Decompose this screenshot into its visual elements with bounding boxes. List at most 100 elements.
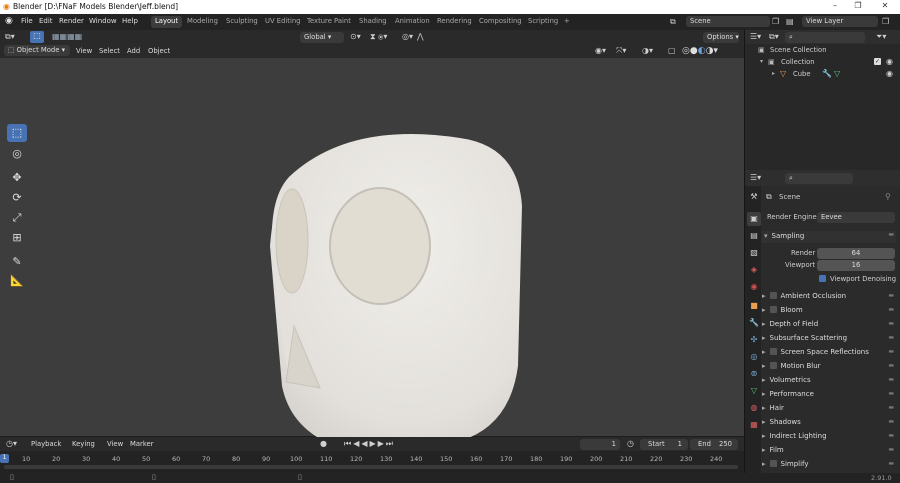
drag-handle-icon[interactable]: ▬ [888,418,894,425]
panel-header-bloom[interactable]: ▸ Bloom ▬ [762,306,896,318]
model-mesh[interactable] [260,126,530,461]
clock-icon[interactable]: ◷▾ [6,439,17,448]
eye-icon[interactable]: ◉ [886,69,893,78]
tool-tab-icon[interactable]: ⚒ [747,190,761,204]
transform-tool-icon[interactable]: ⊞ [7,229,27,247]
drag-handle-icon[interactable]: ▬ [888,292,894,299]
tab-compositing[interactable]: Compositing [475,16,526,28]
viewport-samples-field[interactable]: 16 [817,260,895,271]
panel-header-depth-of-field[interactable]: ▸ Depth of Field ▬ [762,320,896,332]
timeline-scrollbar[interactable] [4,465,738,469]
tab-texture-paint[interactable]: Texture Paint [303,16,355,28]
menu-keying[interactable]: Keying [72,440,95,448]
eye-icon[interactable]: ◉ [886,57,893,66]
outliner-search-input[interactable]: ⌕ [785,32,865,43]
sampling-panel-header[interactable]: ▾ Sampling ▬ [762,231,896,243]
panel-header-motion-blur[interactable]: ▸ Motion Blur ▬ [762,362,896,374]
overlay-icon[interactable]: ◑▾ [642,46,653,55]
new-view-layer-icon[interactable]: ❐ [882,17,889,26]
filter-icon[interactable]: ⏷▾ [876,32,886,42]
panel-enable-checkbox[interactable] [769,348,777,355]
tab-modeling[interactable]: Modeling [183,16,222,28]
gizmo-icon[interactable]: ⤧▾ [616,46,626,56]
maximize-button[interactable]: ❐ [851,1,865,10]
drag-handle-icon[interactable]: ▬ [888,446,894,453]
menu-help[interactable]: Help [122,17,138,25]
tab-rendering[interactable]: Rendering [433,16,476,28]
xray-icon[interactable]: ▢ [668,46,676,55]
scene-collection-label[interactable]: Scene Collection [770,46,827,54]
menu-playback[interactable]: Playback [31,440,61,448]
snap-icon[interactable]: ⧗ ⦿▾ [370,32,387,42]
panel-header-hair[interactable]: ▸ Hair ▬ [762,404,896,416]
outliner-editor-icon[interactable]: ☰▾ [750,32,761,41]
viewport-denoising-checkbox[interactable]: Viewport Denoising [819,275,896,283]
blender-menu-icon[interactable]: ◉ [5,16,13,26]
pin-icon[interactable]: ⚲ [885,192,891,201]
falloff-icon[interactable]: ⋀ [417,32,424,41]
panel-enable-checkbox[interactable] [769,292,777,299]
drag-handle-icon[interactable]: ▬ [888,306,894,313]
drag-handle-icon[interactable]: ▬ [888,390,894,397]
scale-tool-icon[interactable]: ⤢ [7,209,27,227]
drag-handle-icon[interactable]: ▬ [888,362,894,369]
panel-header-ambient-occlusion[interactable]: ▸ Ambient Occlusion ▬ [762,292,896,304]
select-box-tool-icon[interactable]: ⬚ [7,124,27,142]
panel-enable-checkbox[interactable] [769,362,777,369]
transform-orientation-dropdown[interactable]: Global ▾ [300,32,344,43]
panel-header-subsurface-scattering[interactable]: ▸ Subsurface Scattering ▬ [762,334,896,346]
playback-controls-icon[interactable]: ⏮◀◀▶▶⏭ [344,439,395,449]
panel-header-volumetrics[interactable]: ▸ Volumetrics ▬ [762,376,896,388]
current-frame-field[interactable]: 1 [580,439,620,450]
preview-range-icon[interactable]: ◷ [627,439,634,448]
select-tool-icon[interactable]: ⬚ [30,31,44,43]
shading-mode-icons[interactable]: ◎●◐◑▾ [682,46,718,56]
properties-editor-icon[interactable]: ☰▾ [750,173,761,182]
object-mode-dropdown[interactable]: ⬚ Object Mode ▾ [4,45,70,56]
collection-expand-icon[interactable]: ▾ [760,58,763,65]
scene-name-field[interactable]: Scene [686,16,770,27]
3d-viewport[interactable]: ⬚ ◎ ✥ ⟳ ⤢ ⊞ ✎ 📐 [0,58,744,451]
options-dropdown[interactable]: Options ▾ [703,32,739,43]
menu-add[interactable]: Add [127,47,140,55]
start-frame-field[interactable]: Start 1 [640,439,688,450]
drag-handle-icon[interactable]: ▬ [888,376,894,383]
tab-sculpting[interactable]: Sculpting [222,16,262,28]
collection-checkbox[interactable]: ✓ [874,58,881,65]
panel-header-screen-space-reflections[interactable]: ▸ Screen Space Reflections ▬ [762,348,896,360]
cube-expand-icon[interactable]: ▸ [772,70,775,77]
pivot-icon[interactable]: ⊙▾ [350,32,361,41]
output-tab-icon[interactable]: ▤ [747,229,761,243]
tab-animation[interactable]: Animation [391,16,434,28]
panel-header-shadows[interactable]: ▸ Shadows ▬ [762,418,896,430]
menu-view[interactable]: View [76,47,92,55]
view-layer-field[interactable]: View Layer [802,16,878,27]
minimize-button[interactable]: – [828,1,842,10]
render-engine-dropdown[interactable]: Eevee [817,212,895,223]
close-button[interactable]: ✕ [878,1,892,10]
annotate-tool-icon[interactable]: ✎ [7,253,27,271]
editor-type-icon[interactable]: ⧉▾ [5,32,15,42]
rotate-tool-icon[interactable]: ⟳ [7,189,27,207]
menu-render[interactable]: Render [59,17,84,25]
frame-cursor[interactable]: 1 [0,454,9,463]
menu-view-timeline[interactable]: View [107,440,123,448]
view-layer-tab-icon[interactable]: ▧ [747,246,761,260]
scene-tab-icon[interactable]: ◈ [747,263,761,277]
menu-file[interactable]: File [21,17,33,25]
display-mode-icon[interactable]: ⧉▾ [769,32,779,42]
add-workspace-button[interactable]: + [560,16,574,28]
panel-header-simplify[interactable]: ▸ Simplify ▬ [762,460,896,472]
cube-label[interactable]: Cube [793,70,811,78]
end-frame-field[interactable]: End 250 [690,439,738,450]
panel-header-indirect-lighting[interactable]: ▸ Indirect Lighting ▬ [762,432,896,444]
panel-header-performance[interactable]: ▸ Performance ▬ [762,390,896,402]
menu-object[interactable]: Object [148,47,170,55]
visibility-icon[interactable]: ◉▾ [595,46,606,55]
move-tool-icon[interactable]: ✥ [7,169,27,187]
drag-handle-icon[interactable]: ▬ [888,334,894,341]
cursor-tool-icon[interactable]: ◎ [7,145,27,163]
view-layer-icon[interactable]: ▤ [786,17,794,26]
panel-header-film[interactable]: ▸ Film ▬ [762,446,896,458]
record-icon[interactable]: ● [320,439,327,448]
